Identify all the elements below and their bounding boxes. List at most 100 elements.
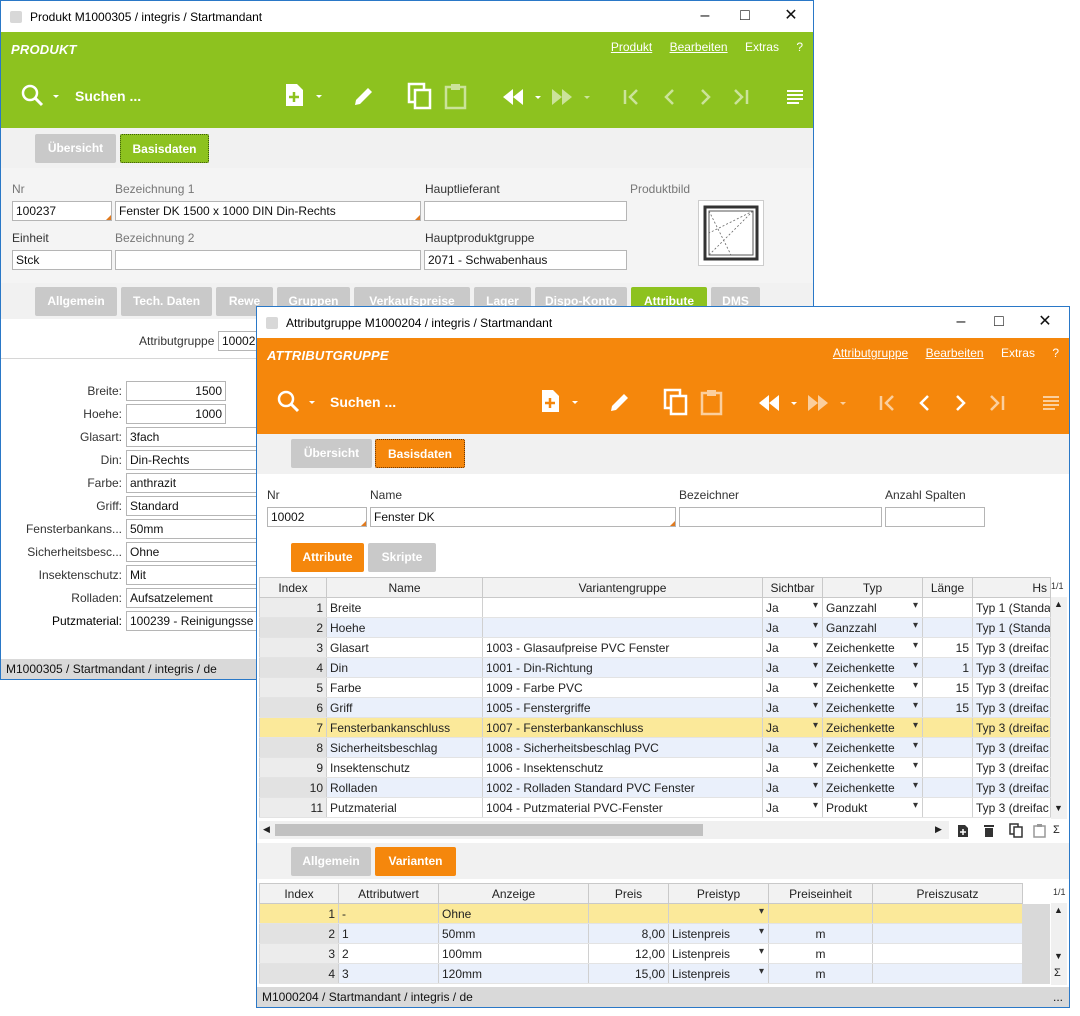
cell-name[interactable]: Hoehe (326, 617, 483, 638)
table-row[interactable]: 8 Sicherheitsbeschlag 1008 - Sicherheitsbe… (259, 737, 1051, 758)
cell-typ[interactable]: Ganzzahl (822, 597, 923, 618)
paste-icon[interactable] (699, 388, 725, 416)
cell-typ[interactable]: Zeichenkette (822, 657, 923, 678)
attr-horizontal-scrollbar[interactable]: ◀ ▶ (259, 821, 949, 839)
cell-typ[interactable]: Zeichenkette (822, 757, 923, 778)
cell-index[interactable]: 10 (259, 777, 327, 798)
table-row[interactable]: 9Insektenschutz1006 - InsektenschutzJaZe… (259, 757, 1051, 778)
cell-index[interactable]: 5 (259, 677, 327, 698)
next-set-icon[interactable] (806, 393, 848, 413)
cell-laenge[interactable] (922, 797, 973, 818)
close-button[interactable]: ✕ (777, 5, 805, 27)
sum-icon[interactable]: Σ (1054, 967, 1061, 979)
search-label[interactable]: Suchen ... (330, 394, 396, 410)
cell-preiszusatz[interactable] (872, 943, 1023, 964)
copy-row-icon[interactable] (1009, 823, 1023, 838)
subtab-tech-daten[interactable]: Tech. Daten (121, 287, 212, 316)
table-row[interactable]: 43120mm15,00Listenpreism (259, 963, 1023, 984)
search-label[interactable]: Suchen ... (75, 88, 141, 104)
minimize-button[interactable]: – (691, 5, 719, 27)
table-row[interactable]: 10 Rolladen 1002 - Rolladen Standard PVC F… (259, 777, 1051, 798)
cell-laenge[interactable]: 1 (922, 657, 973, 678)
scroll-right-icon[interactable]: ▶ (935, 824, 942, 835)
menu-bearbeiten[interactable]: Bearbeiten (670, 40, 728, 54)
menu-help[interactable]: ? (1052, 346, 1059, 360)
table-row[interactable]: 1- Ohne (259, 903, 1023, 924)
cell-index[interactable]: 4 (259, 963, 339, 984)
table-row[interactable]: 4Din1001 - Din-RichtungJaZeichenkette1Ty… (259, 657, 1051, 678)
tab-uebersicht[interactable]: Übersicht (35, 134, 116, 163)
maximize-button[interactable]: □ (985, 311, 1013, 333)
attr-field-din[interactable]: Din-Rechts (126, 450, 266, 470)
cell-preis[interactable] (588, 903, 669, 924)
cell-laenge[interactable] (922, 757, 973, 778)
tab-attribute[interactable]: Attribute (291, 543, 364, 572)
cell-sichtbar[interactable]: Ja (762, 637, 823, 658)
previous-set-icon[interactable] (757, 393, 799, 413)
menu-help[interactable]: ? (796, 40, 803, 54)
attr-field-breite[interactable]: 1500 (126, 381, 226, 401)
cell-index[interactable]: 8 (259, 737, 327, 758)
cell-index[interactable]: 1 (259, 597, 327, 618)
col-index[interactable]: Index (259, 577, 327, 598)
cell-hs[interactable]: Typ 3 (dreifac (972, 657, 1051, 678)
scroll-left-icon[interactable]: ◀ (263, 824, 270, 835)
cell-laenge[interactable] (922, 617, 973, 638)
cell-laenge[interactable] (922, 717, 973, 738)
cell-laenge[interactable]: 15 (922, 677, 973, 698)
menu-attributgruppe[interactable]: Attributgruppe (833, 346, 908, 360)
cell-typ[interactable]: Zeichenkette (822, 677, 923, 698)
cell-name[interactable]: Din (326, 657, 483, 678)
cell-laenge[interactable] (922, 737, 973, 758)
cell-typ[interactable]: Zeichenkette (822, 717, 923, 738)
col-typ[interactable]: Typ (822, 577, 923, 598)
attr-field-rolladen[interactable]: Aufsatzelement (126, 588, 266, 608)
copy-icon[interactable] (407, 82, 433, 110)
menu-extras[interactable]: Extras (745, 40, 779, 54)
cell-sichtbar[interactable]: Ja (762, 777, 823, 798)
next-record-icon[interactable] (695, 87, 715, 107)
tab-basisdaten[interactable]: Basisdaten (375, 439, 465, 468)
prev-record-icon[interactable] (660, 87, 680, 107)
cell-sichtbar[interactable]: Ja (762, 697, 823, 718)
cell-hs[interactable]: Typ 3 (dreifac (972, 737, 1051, 758)
cell-hs[interactable]: Typ 3 (dreifac (972, 637, 1051, 658)
previous-set-icon[interactable] (501, 87, 543, 107)
cell-hs[interactable]: Typ 1 (Standa (972, 617, 1051, 638)
attr-field-sicherheitsbeschlag[interactable]: Ohne (126, 542, 266, 562)
var-vertical-scrollbar[interactable]: ▲ ▼ Σ (1051, 903, 1067, 985)
cell-variantengruppe[interactable]: 1009 - Farbe PVC (482, 677, 763, 698)
new-document-icon[interactable] (540, 388, 580, 414)
scroll-down-icon[interactable]: ▼ (1054, 951, 1063, 961)
cell-index[interactable]: 2 (259, 617, 327, 638)
cell-index[interactable]: 9 (259, 757, 327, 778)
cell-preis[interactable]: 15,00 (588, 963, 669, 984)
cell-name[interactable]: Putzmaterial (326, 797, 483, 818)
new-document-icon[interactable] (284, 82, 324, 108)
name-field[interactable]: Fenster DK (370, 507, 676, 527)
hauptproduktgruppe-field[interactable]: 2071 - Schwabenhaus (424, 250, 627, 270)
cell-preistyp[interactable] (668, 903, 769, 924)
cell-laenge[interactable]: 15 (922, 697, 973, 718)
cell-hs[interactable]: Typ 3 (dreifac (972, 697, 1051, 718)
cell-name[interactable]: Breite (326, 597, 483, 618)
scroll-thumb[interactable] (275, 824, 703, 836)
table-row[interactable]: 11 Putzmaterial 1004 - Putzmaterial PVC-Fe… (259, 797, 1051, 818)
last-record-icon[interactable] (986, 393, 1006, 413)
col-laenge[interactable]: Länge (922, 577, 973, 598)
cell-name[interactable]: Glasart (326, 637, 483, 658)
cell-variantengruppe[interactable] (482, 617, 763, 638)
cell-sichtbar[interactable]: Ja (762, 737, 823, 758)
cell-index[interactable]: 7 (259, 717, 327, 738)
tab-skripte[interactable]: Skripte (368, 543, 436, 572)
bezeichner-field[interactable] (679, 507, 882, 527)
col-preis[interactable]: Preis (588, 883, 669, 904)
cell-variantengruppe[interactable]: 1005 - Fenstergriffe (482, 697, 763, 718)
table-row[interactable]: 2Hoehe JaGanzzahl Typ 1 (Standa (259, 617, 1051, 638)
col-name[interactable]: Name (326, 577, 483, 598)
attr-vertical-scrollbar[interactable]: ▲ ▼ (1051, 597, 1067, 819)
tab-allgemein[interactable]: Allgemein (291, 847, 371, 876)
nr-field[interactable]: 100237 (12, 201, 112, 221)
col-anzeige[interactable]: Anzeige (438, 883, 589, 904)
paste-row-icon[interactable] (1033, 823, 1046, 838)
